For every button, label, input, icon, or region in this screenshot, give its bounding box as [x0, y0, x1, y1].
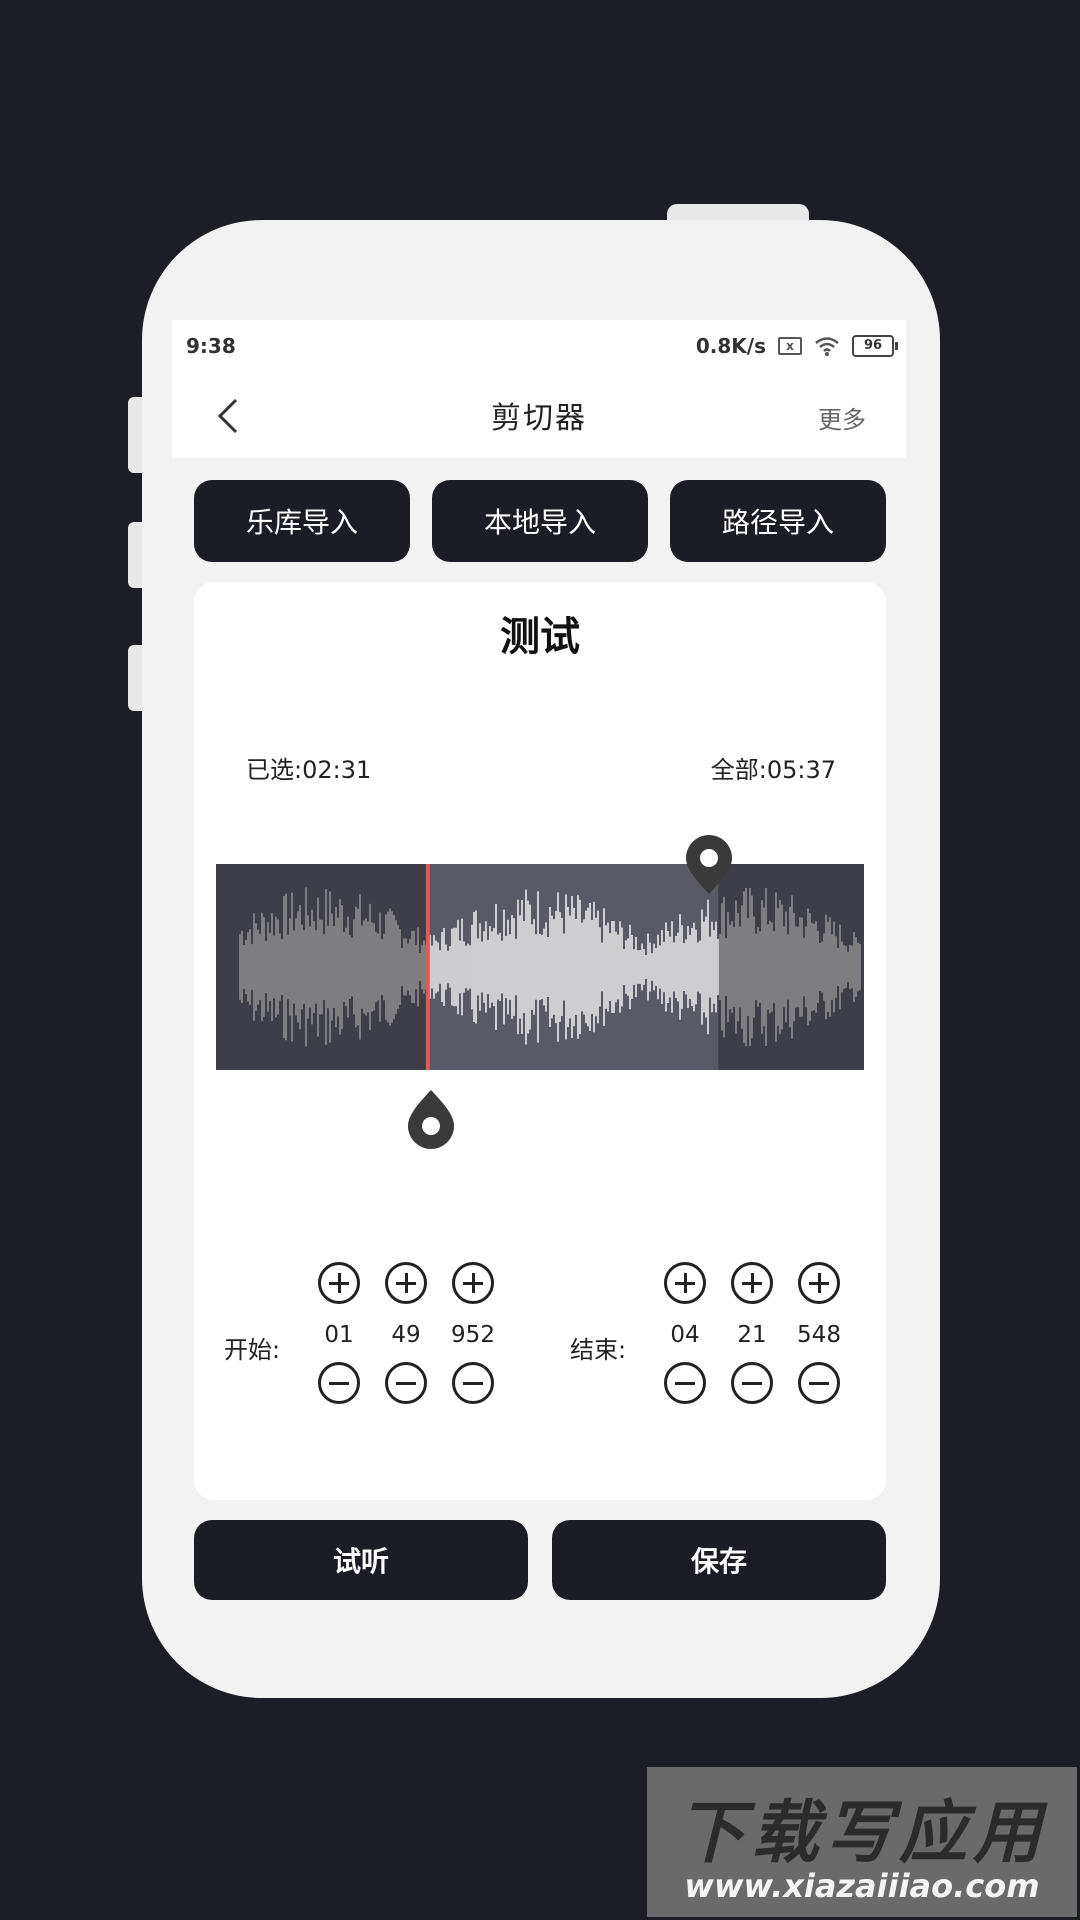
watermark: 下载写应用 www.xiazaiiiao.com: [647, 1767, 1077, 1917]
save-button[interactable]: 保存: [552, 1520, 886, 1600]
page-title: 剪切器: [491, 401, 587, 436]
start-millis-minus-icon[interactable]: [452, 1362, 494, 1404]
editor-card: 测试 已选:02:31 全部:05:37 开始: 01 49 952 结束: 0…: [194, 582, 886, 1500]
end-minutes: 04: [660, 1262, 710, 1432]
phone-side-button: [128, 645, 142, 711]
end-millis-minus-icon[interactable]: [798, 1362, 840, 1404]
start-minutes-minus-icon[interactable]: [318, 1362, 360, 1404]
end-seconds-minus-icon[interactable]: [731, 1362, 773, 1404]
wifi-icon: [815, 337, 839, 356]
end-seconds-plus-icon[interactable]: [731, 1262, 773, 1304]
path-import-button[interactable]: 路径导入: [670, 480, 886, 562]
import-buttons: 乐库导入 本地导入 路径导入: [194, 480, 886, 562]
start-millis-value: 952: [451, 1322, 495, 1348]
watermark-url: www.xiazaiiiao.com: [684, 1867, 1040, 1905]
phone-side-button: [128, 397, 142, 473]
end-minutes-value: 04: [670, 1322, 700, 1348]
more-button[interactable]: 更多: [818, 400, 866, 435]
end-label: 结束:: [570, 1336, 627, 1364]
nav-bar: 剪切器 更多: [172, 372, 906, 458]
total-duration: 全部:05:37: [710, 756, 836, 784]
start-millis-plus-icon[interactable]: [452, 1262, 494, 1304]
playhead[interactable]: [425, 864, 430, 1070]
end-millis-plus-icon[interactable]: [798, 1262, 840, 1304]
action-buttons: 试听 保存: [194, 1520, 886, 1600]
start-minutes: 01: [314, 1262, 364, 1432]
end-adjuster: 结束: 04 21 548: [570, 1262, 870, 1432]
back-icon[interactable]: [210, 396, 246, 436]
start-seconds: 49: [381, 1262, 431, 1432]
app-screen: 9:38 0.8K/s x 96 剪切器 更多 乐库导入 本地导入 路径导入 测…: [172, 320, 906, 1620]
selected-duration: 已选:02:31: [246, 756, 372, 784]
preview-button[interactable]: 试听: [194, 1520, 528, 1600]
battery-icon: 96: [852, 335, 898, 357]
end-minutes-minus-icon[interactable]: [664, 1362, 706, 1404]
start-seconds-value: 49: [391, 1322, 421, 1348]
status-bar: 9:38 0.8K/s x 96: [172, 320, 906, 372]
network-speed: 0.8K/s: [695, 334, 766, 358]
end-seconds: 21: [727, 1262, 777, 1432]
phone-side-button: [128, 522, 142, 588]
start-millis: 952: [448, 1262, 498, 1432]
track-title: 测试: [500, 614, 580, 660]
status-time: 9:38: [186, 334, 236, 358]
watermark-logo-text: 下载写应用: [676, 1794, 1047, 1873]
start-seconds-minus-icon[interactable]: [385, 1362, 427, 1404]
status-icons: 0.8K/s x 96: [695, 334, 898, 358]
library-import-button[interactable]: 乐库导入: [194, 480, 410, 562]
end-millis: 548: [794, 1262, 844, 1432]
end-minutes-plus-icon[interactable]: [664, 1262, 706, 1304]
start-minutes-plus-icon[interactable]: [318, 1262, 360, 1304]
start-seconds-plus-icon[interactable]: [385, 1262, 427, 1304]
start-minutes-value: 01: [324, 1322, 354, 1348]
sim-icon: x: [778, 337, 802, 355]
end-millis-value: 548: [797, 1322, 841, 1348]
waveform-canvas[interactable]: [216, 864, 864, 1070]
end-seconds-value: 21: [737, 1322, 767, 1348]
start-marker-icon[interactable]: [406, 1088, 456, 1150]
start-label: 开始:: [224, 1336, 281, 1364]
end-marker-icon[interactable]: [684, 834, 734, 896]
local-import-button[interactable]: 本地导入: [432, 480, 648, 562]
start-adjuster: 开始: 01 49 952: [224, 1262, 524, 1432]
waveform[interactable]: [216, 864, 864, 1070]
